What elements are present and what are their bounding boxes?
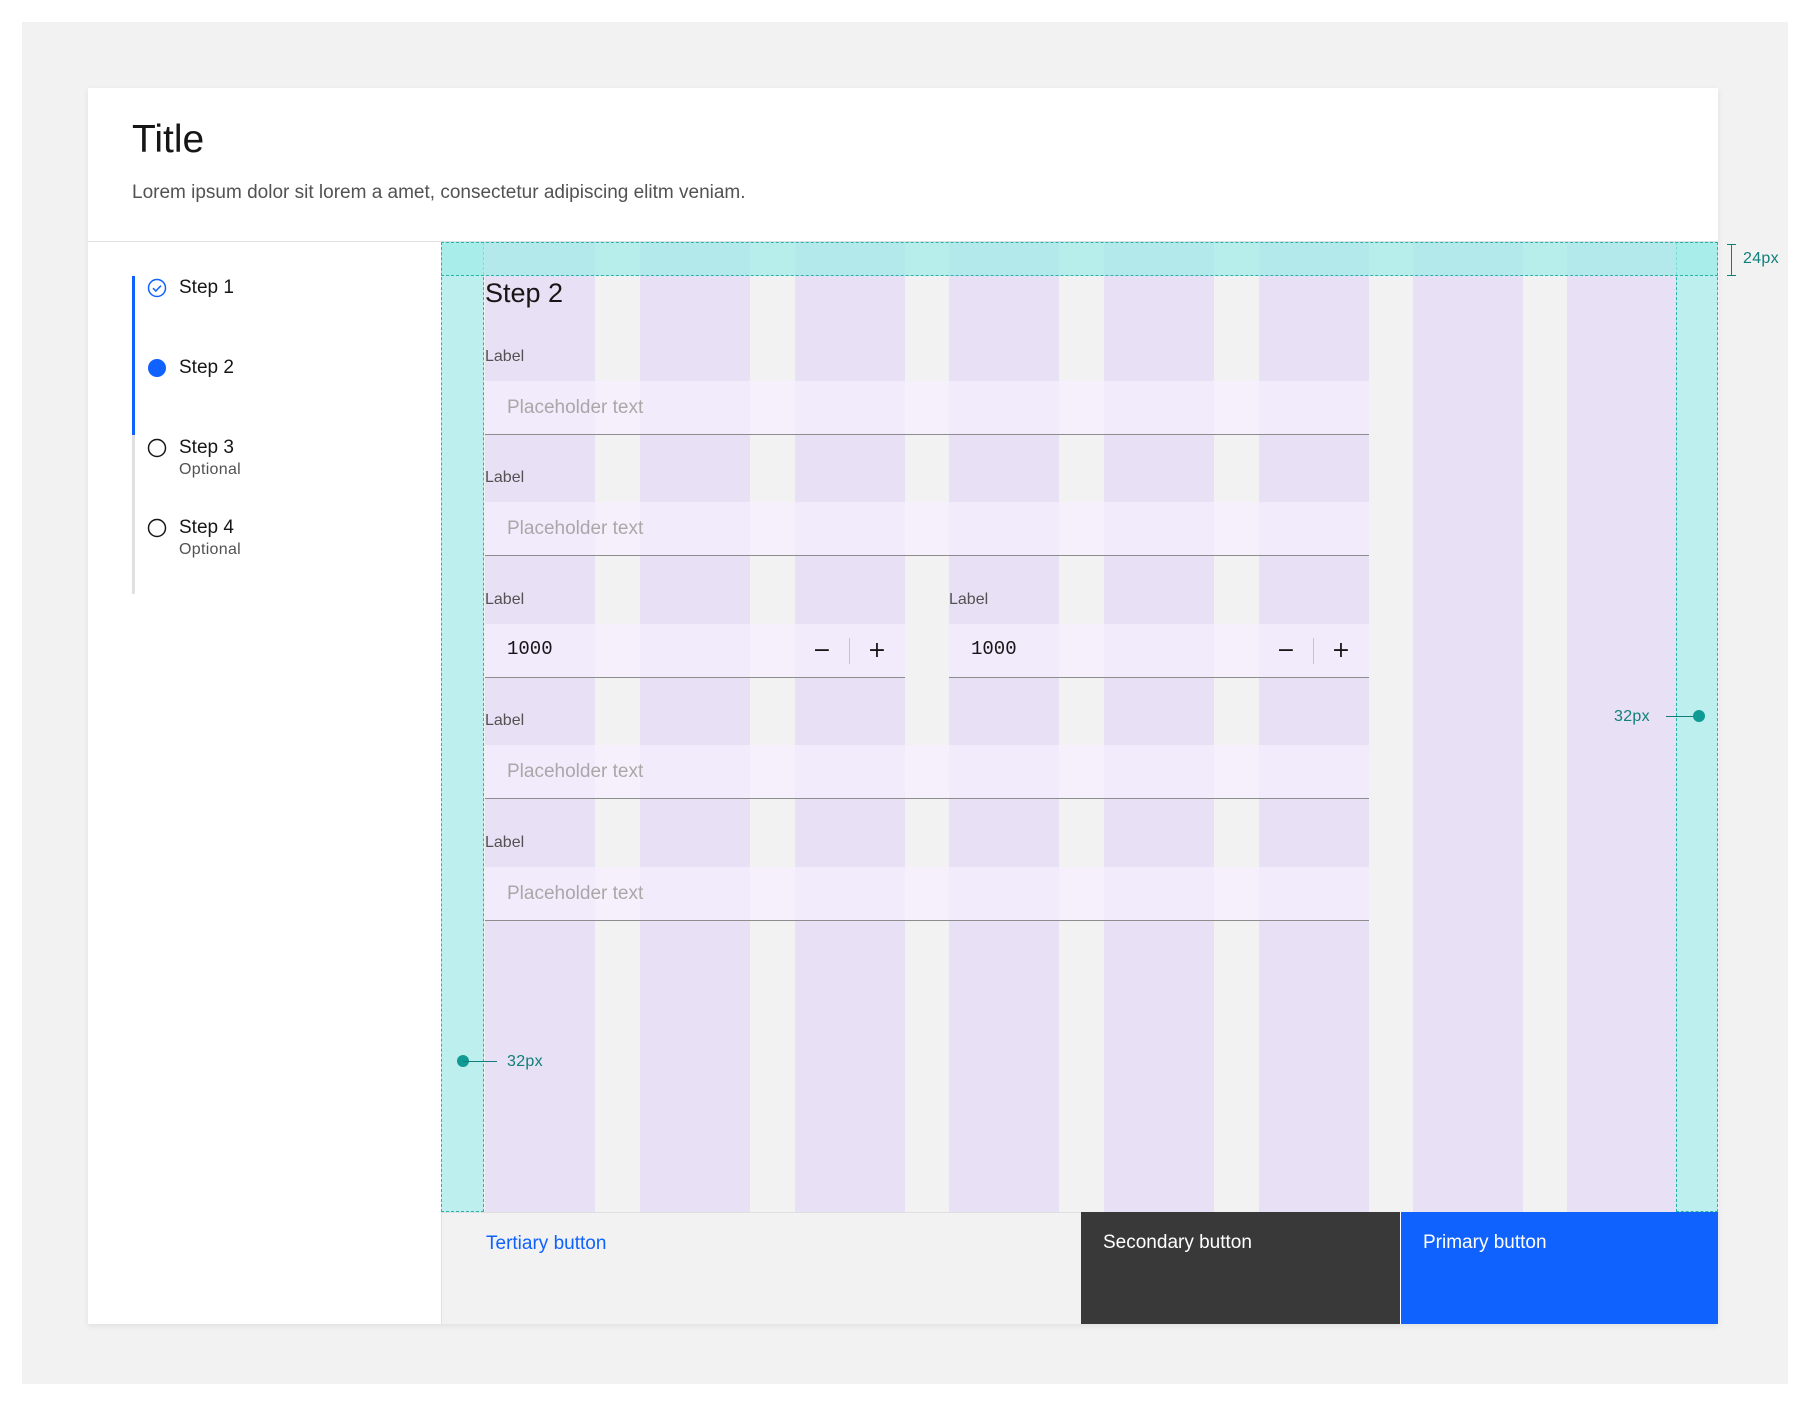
tertiary-button[interactable]: Tertiary button [441, 1212, 1081, 1324]
modal-title: Title [132, 118, 205, 161]
form-heading: Step 2 [485, 278, 564, 308]
primary-button[interactable]: Primary button [1401, 1212, 1718, 1324]
field-label: Label [485, 348, 525, 365]
progress-step-2[interactable]: Step 2 [147, 356, 234, 380]
annotation-dot [1693, 710, 1705, 722]
circle-outline-icon [147, 518, 167, 538]
step-sublabel: Optional [179, 461, 241, 478]
progress-fill [132, 276, 135, 435]
right-margin-annotation: 32px [1614, 708, 1650, 725]
circle-outline-icon [147, 438, 167, 458]
field-label: Label [485, 469, 525, 486]
grid-column [1413, 242, 1523, 1212]
number-value[interactable]: 1000 [507, 638, 553, 660]
number-input-1[interactable]: 1000 − + [485, 624, 905, 678]
step-label: Step 4 [179, 517, 234, 538]
top-margin-overlay [441, 242, 1718, 276]
grid-column [1567, 242, 1677, 1212]
number-value[interactable]: 1000 [971, 638, 1017, 660]
text-input-1[interactable] [485, 381, 1369, 435]
left-margin-annotation: 32px [507, 1053, 543, 1070]
progress-step-1[interactable]: Step 1 [147, 276, 234, 300]
checkmark-outline-icon [147, 278, 167, 298]
decrement-button[interactable]: − [795, 624, 849, 677]
annotation-bracket [1727, 244, 1736, 276]
increment-button[interactable]: + [1314, 624, 1368, 677]
text-input-3[interactable] [485, 745, 1369, 799]
top-margin-annotation: 24px [1743, 250, 1779, 267]
field-label: Label [485, 591, 525, 608]
field-label: Label [485, 712, 525, 729]
decrement-button[interactable]: − [1259, 624, 1313, 677]
number-input-2[interactable]: 1000 − + [949, 624, 1369, 678]
text-input-4[interactable] [485, 867, 1369, 921]
secondary-button[interactable]: Secondary button [1081, 1212, 1400, 1324]
field-label: Label [949, 591, 989, 608]
step-sublabel: Optional [179, 541, 241, 558]
text-input-2[interactable] [485, 502, 1369, 556]
progress-step-3[interactable]: Step 3 Optional [147, 436, 241, 480]
field-label: Label [485, 834, 525, 851]
right-margin-overlay [1676, 242, 1718, 1212]
step-label: Step 2 [179, 357, 234, 378]
annotation-line [463, 1061, 497, 1062]
modal-description: Lorem ipsum dolor sit lorem a amet, cons… [132, 182, 746, 203]
step-label: Step 1 [179, 277, 234, 298]
increment-button[interactable]: + [850, 624, 904, 677]
circle-filled-icon [148, 359, 166, 377]
step-label: Step 3 [179, 437, 234, 458]
progress-step-4[interactable]: Step 4 Optional [147, 516, 241, 560]
